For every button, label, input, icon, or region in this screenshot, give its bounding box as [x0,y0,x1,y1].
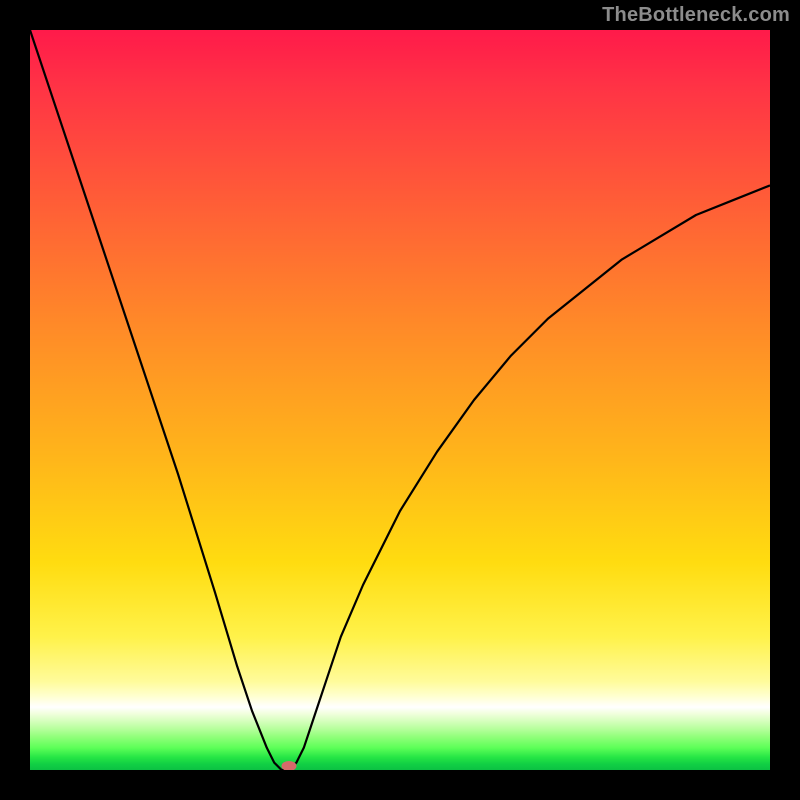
curve-layer [30,30,770,770]
plot-area [30,30,770,770]
bottleneck-curve [30,30,770,770]
watermark-text: TheBottleneck.com [602,4,790,27]
optimal-marker [282,762,296,771]
chart-stage: TheBottleneck.com [0,0,800,800]
